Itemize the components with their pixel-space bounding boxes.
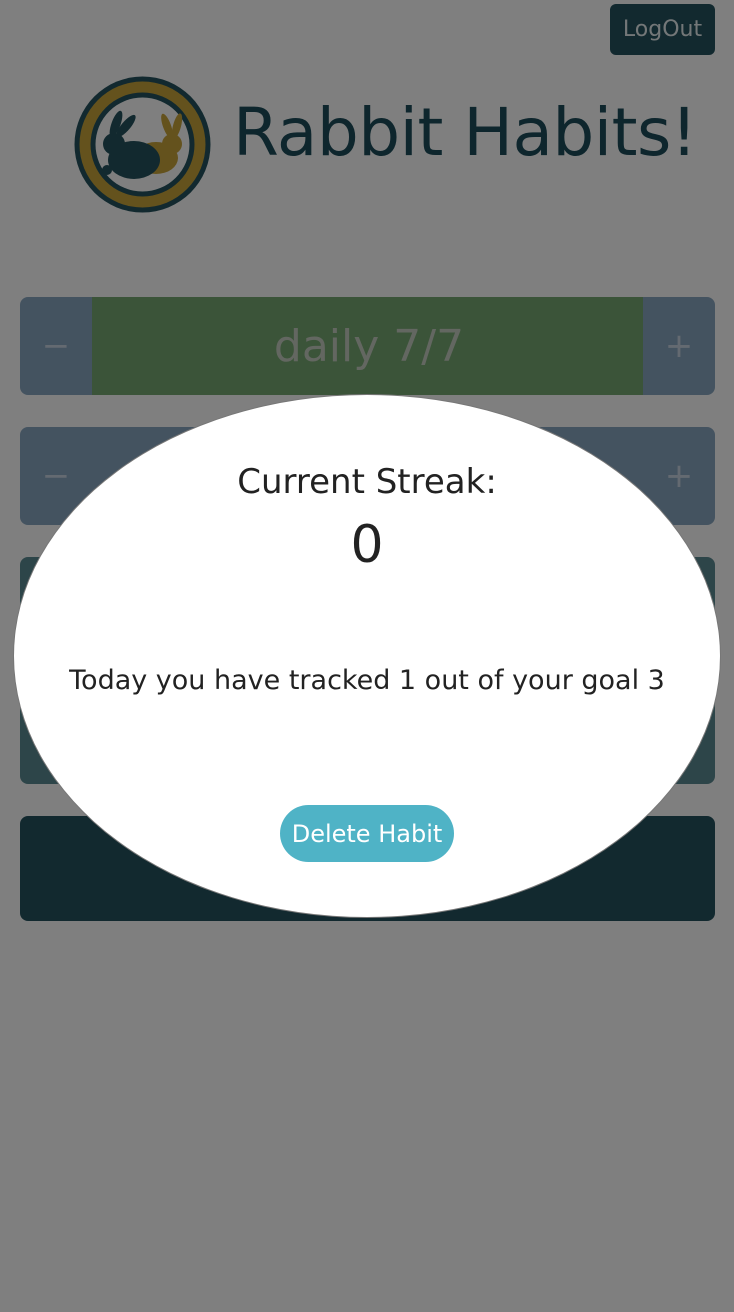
delete-habit-button[interactable]: Delete Habit [280,805,454,862]
habit-stats-modal: Current Streak: 0 Today you have tracked… [14,395,720,917]
streak-label: Current Streak: [237,462,497,502]
app-page: LogOut Rabbit Habits! − daily 7/7 + − + … [0,0,734,1312]
tracked-progress-text: Today you have tracked 1 out of your goa… [69,665,665,696]
streak-value: 0 [350,515,384,575]
